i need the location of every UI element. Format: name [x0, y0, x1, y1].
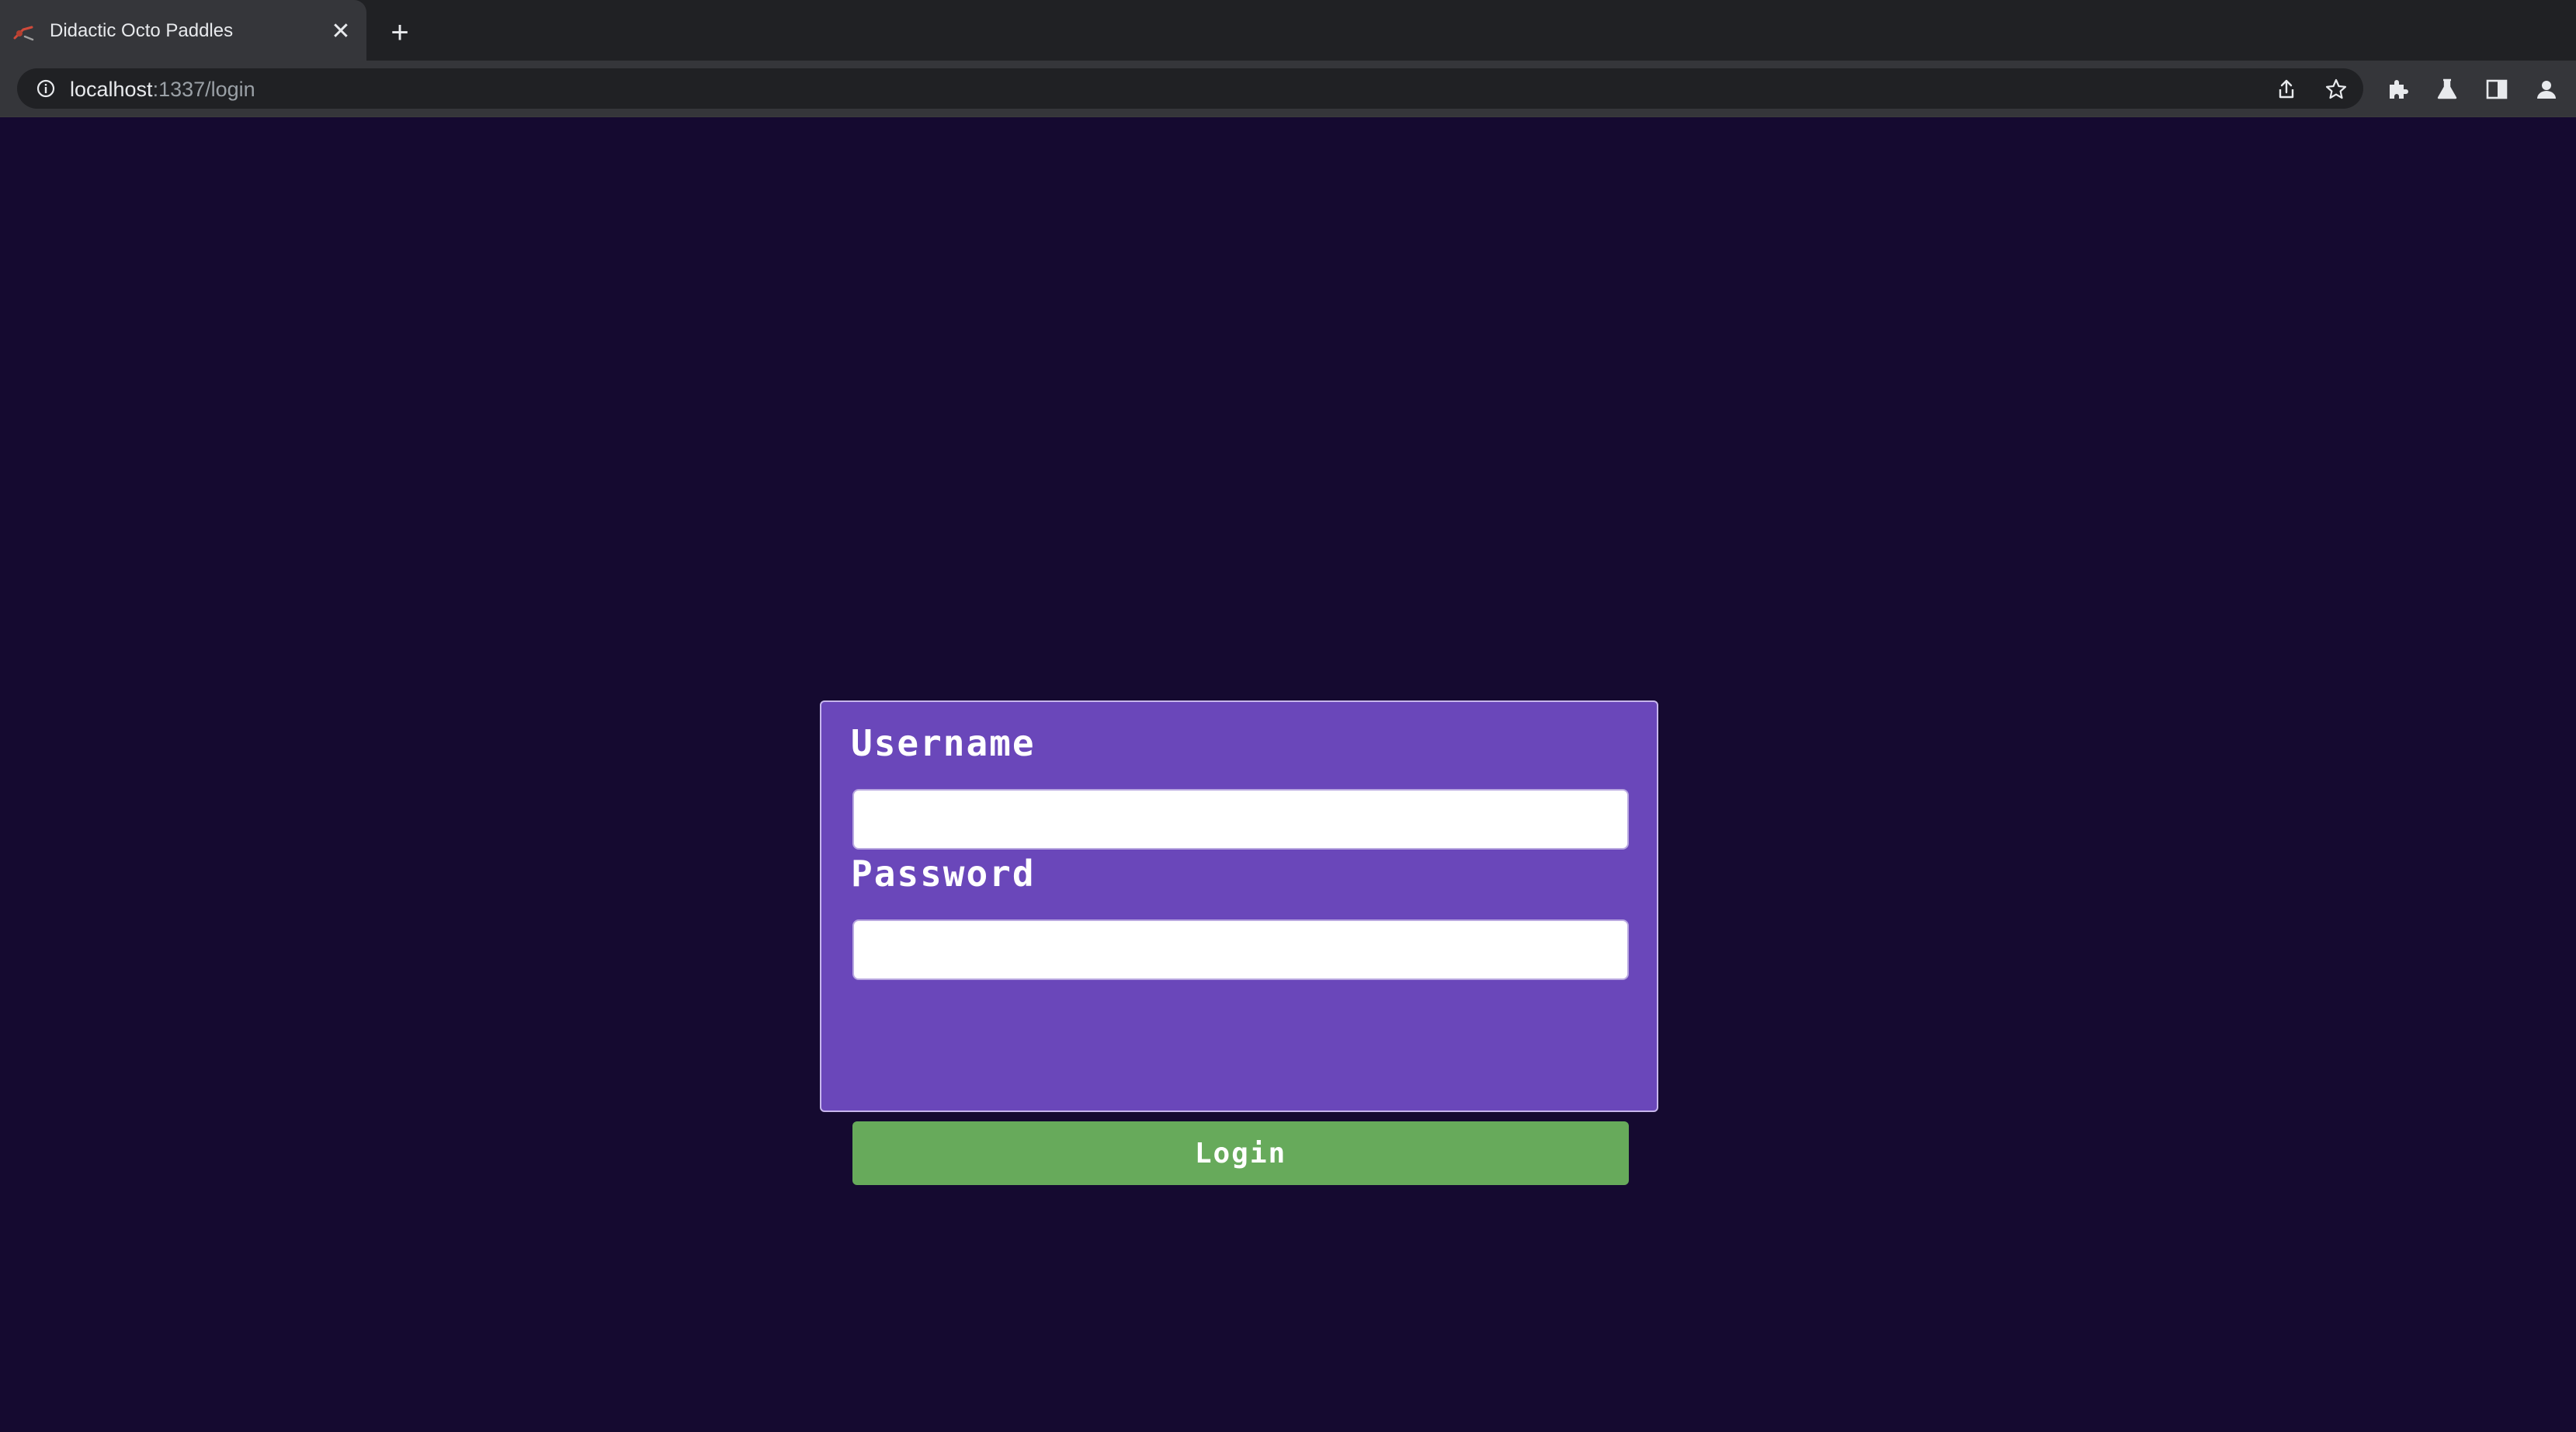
password-input[interactable]: [852, 919, 1629, 980]
star-icon[interactable]: [2324, 78, 2348, 101]
url-text[interactable]: localhost:1337/login: [70, 78, 255, 102]
close-icon[interactable]: ✕: [329, 20, 352, 43]
share-icon[interactable]: [2275, 78, 2298, 101]
toolbar: localhost:1337/login: [0, 61, 2576, 116]
info-icon[interactable]: [36, 78, 56, 99]
url-host: localhost: [70, 78, 153, 101]
username-input[interactable]: [852, 789, 1629, 850]
address-bar[interactable]: localhost:1337/login: [17, 68, 2363, 109]
new-tab-button[interactable]: +: [384, 17, 416, 50]
tab-title: Didactic Octo Paddles: [50, 20, 234, 41]
page-content: Username Password Login: [0, 117, 2576, 1432]
browser-chrome: Didactic Octo Paddles ✕ + localhost:1337…: [0, 0, 2576, 117]
tab-didactic-octo-paddles[interactable]: Didactic Octo Paddles ✕: [0, 0, 366, 61]
login-button[interactable]: Login: [852, 1121, 1629, 1185]
login-form: Username Password Login: [820, 700, 1658, 1185]
extensions-icon[interactable]: [2385, 77, 2410, 102]
side-panel-icon[interactable]: [2484, 77, 2509, 102]
favicon-icon: [13, 26, 34, 41]
labs-icon[interactable]: [2435, 77, 2460, 102]
tab-strip: Didactic Octo Paddles ✕ +: [0, 0, 2576, 61]
password-label: Password: [851, 853, 1036, 895]
profile-icon[interactable]: [2534, 77, 2559, 102]
username-label: Username: [851, 722, 1036, 764]
url-path: :1337/login: [152, 78, 255, 101]
